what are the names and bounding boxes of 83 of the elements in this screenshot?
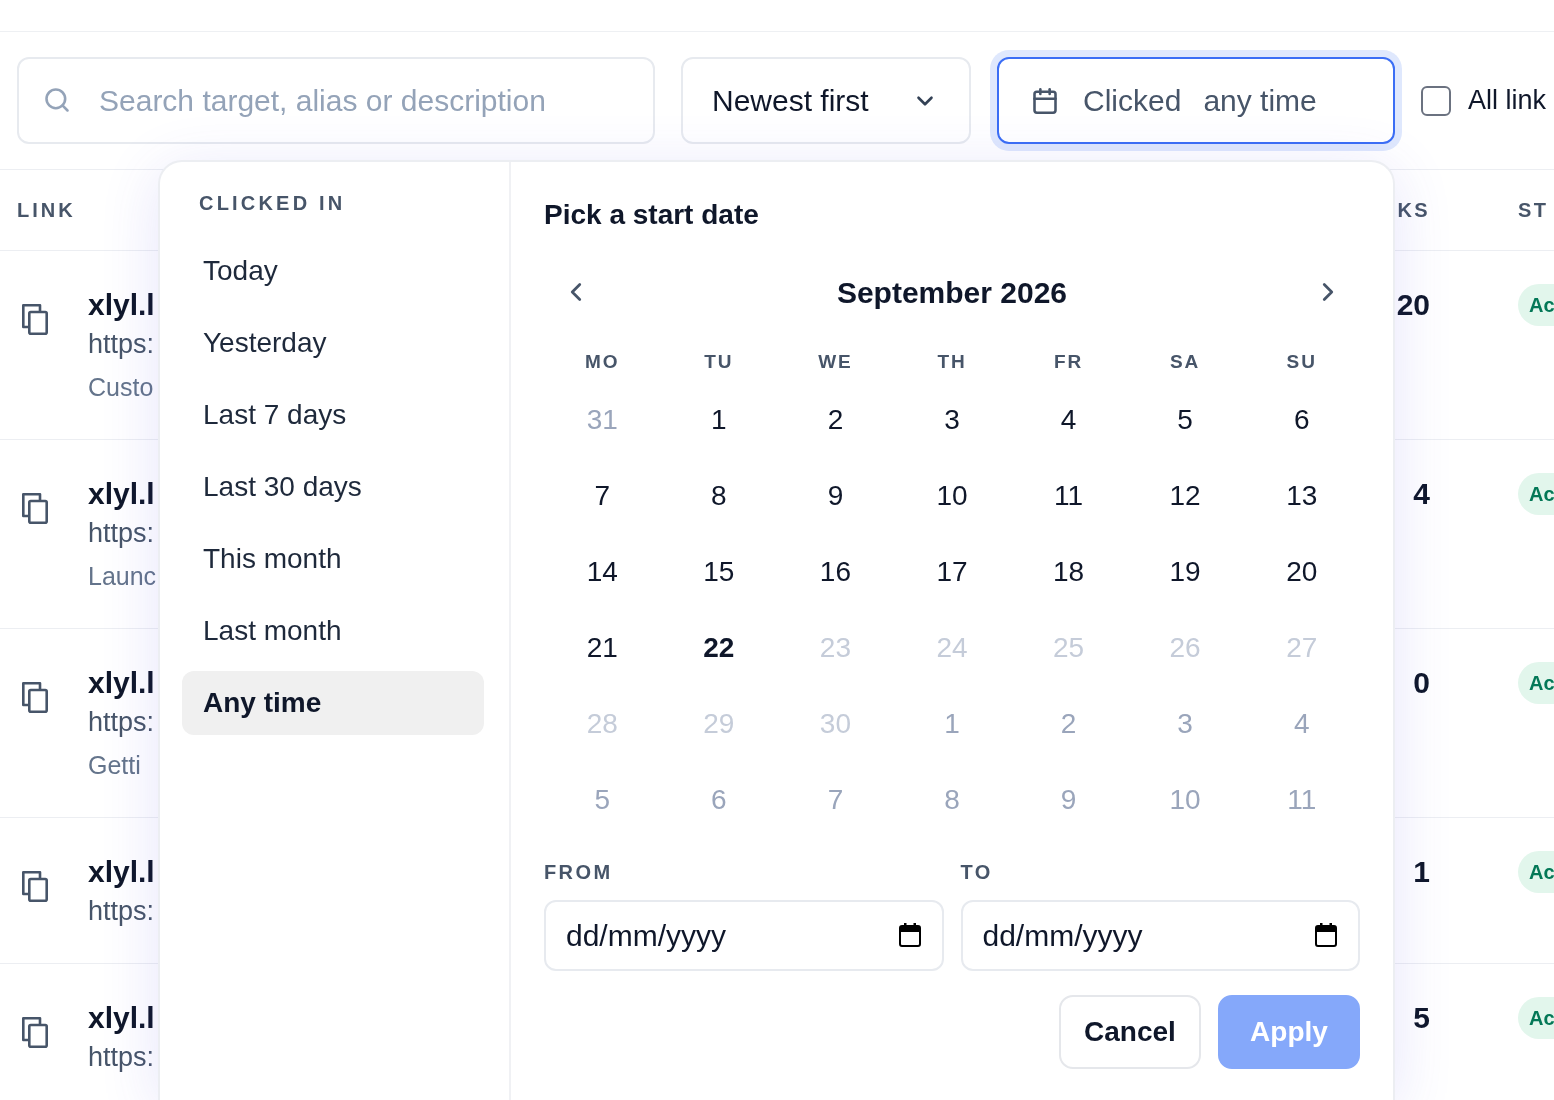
target-url: https:	[88, 517, 155, 550]
link-description: Custo	[88, 372, 154, 403]
click-count: 0	[1413, 666, 1430, 699]
preset-option[interactable]: Last 7 days	[182, 383, 484, 447]
weekday-label: SU	[1286, 349, 1317, 374]
short-link[interactable]: xlyl.l	[88, 287, 155, 323]
calendar-day[interactable]: 4	[1058, 403, 1079, 437]
status-badge: Ac	[1518, 284, 1554, 326]
copy-icon[interactable]	[22, 493, 48, 524]
preset-option[interactable]: Last 30 days	[182, 455, 484, 519]
date-input[interactable]: dd/mm/yyyy	[960, 900, 1360, 971]
calendar-day[interactable]: 20	[1284, 555, 1320, 589]
link-description: Getti	[88, 750, 141, 781]
calendar-icon[interactable]	[1315, 923, 1337, 947]
calendar-day[interactable]: 14	[584, 555, 620, 589]
calendar-day[interactable]: 3	[942, 403, 962, 437]
calendar-day[interactable]: 1	[709, 403, 729, 437]
cancel-button[interactable]: Cancel	[1059, 995, 1201, 1069]
copy-icon[interactable]	[22, 682, 48, 713]
calendar-day[interactable]: 8	[709, 479, 729, 513]
presets-heading: CLICKED IN	[199, 192, 346, 214]
weekday-label: WE	[818, 349, 853, 374]
calendar-day[interactable]: 7	[592, 479, 613, 513]
calendar-day[interactable]: 16	[817, 555, 853, 589]
calendar-day[interactable]: 11	[1052, 479, 1086, 513]
date-input[interactable]: dd/mm/yyyy	[544, 900, 944, 971]
click-count: 20	[1396, 288, 1430, 321]
column-header: LINK	[17, 199, 76, 221]
calendar-day[interactable]: 19	[1167, 555, 1203, 589]
status-badge: Ac	[1518, 851, 1554, 893]
target-url: https:	[88, 706, 155, 739]
weekday-label: SA	[1170, 349, 1201, 374]
status-badge: Ac	[1518, 662, 1554, 704]
click-count: 4	[1413, 477, 1430, 510]
calendar-day[interactable]: 21	[584, 631, 620, 665]
calendar-day[interactable]: 13	[1284, 479, 1320, 513]
calendar-day[interactable]: 22	[701, 631, 737, 665]
month-title: September 2026	[836, 274, 1068, 311]
sort-select[interactable]: Newest first	[681, 57, 971, 144]
column-header: KS	[1397, 199, 1430, 221]
search-field[interactable]: Search target, alias or description	[17, 57, 655, 144]
short-link[interactable]: xlyl.l	[88, 854, 155, 890]
preset-option[interactable]: Yesterday	[182, 311, 484, 375]
weekday-label: TU	[704, 349, 734, 374]
copy-icon[interactable]	[22, 871, 48, 902]
copy-icon[interactable]	[22, 304, 48, 335]
date-field-label: TO	[960, 861, 993, 883]
click-count: 1	[1413, 855, 1430, 888]
picker-title: Pick a start date	[544, 199, 759, 230]
status-badge: Ac	[1518, 473, 1554, 515]
calendar-day[interactable]: 18	[1051, 555, 1087, 589]
preset-option[interactable]: Last month	[182, 599, 484, 663]
calendar-icon[interactable]	[898, 923, 921, 947]
short-link[interactable]: xlyl.l	[88, 665, 155, 701]
copy-icon[interactable]	[22, 1017, 48, 1048]
calendar-day[interactable]: 15	[701, 555, 737, 589]
target-url: https:	[88, 895, 155, 928]
calendar-day[interactable]: 9	[825, 479, 846, 513]
calendar-day[interactable]: 17	[934, 555, 970, 589]
calendar-day[interactable]: 10	[934, 479, 970, 513]
click-count: 5	[1413, 1001, 1430, 1034]
calendar-icon	[1031, 86, 1059, 115]
weekday-label: MO	[585, 349, 620, 374]
target-url: https:	[88, 328, 155, 361]
preset-option[interactable]: Any time	[182, 671, 484, 735]
calendar-day[interactable]: 2	[825, 403, 846, 437]
short-link[interactable]: xlyl.l	[88, 1000, 155, 1036]
link-description: Launc	[88, 561, 157, 592]
weekday-label: TH	[937, 349, 967, 374]
date-field-label: FROM	[544, 861, 613, 883]
checkbox[interactable]	[1421, 85, 1451, 116]
calendar-day[interactable]: 6	[1291, 403, 1312, 437]
target-url: https:	[88, 1041, 155, 1074]
calendar-day[interactable]: 12	[1167, 479, 1203, 513]
search-icon	[43, 86, 71, 114]
preset-option[interactable]: Today	[182, 239, 484, 303]
weekday-label: FR	[1054, 349, 1084, 374]
checkbox-label[interactable]: All link	[1468, 80, 1547, 121]
short-link[interactable]: xlyl.l	[88, 476, 155, 512]
preset-option[interactable]: This month	[182, 527, 484, 591]
status-badge: Ac	[1518, 997, 1554, 1039]
column-header: ST	[1518, 199, 1549, 221]
calendar-day[interactable]: 5	[1175, 403, 1195, 437]
